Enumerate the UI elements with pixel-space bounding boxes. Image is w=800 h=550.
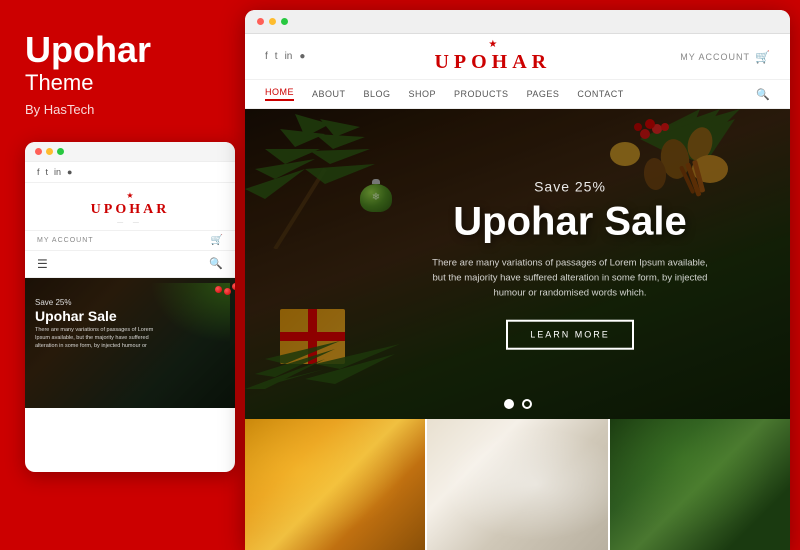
mobile-logo-text: UPOHAR — [30, 202, 230, 218]
hero-learn-more-button[interactable]: LEARN MORE — [506, 319, 634, 349]
desktop-cart-icon[interactable]: 🛒 — [755, 50, 770, 64]
mobile-account-label: MY ACCOUNT — [37, 237, 94, 244]
mobile-pinterest-icon: ● — [67, 167, 72, 177]
browser-dot-green — [281, 18, 288, 25]
brand-title: Upohar — [25, 30, 220, 70]
hero-description: There are many variations of passages of… — [430, 256, 710, 302]
browser-dot-red — [257, 18, 264, 25]
browser-dot-yellow — [269, 18, 276, 25]
browser-top-bar — [245, 10, 790, 34]
mobile-browser-bar — [25, 142, 235, 162]
nav-item-blog[interactable]: BLOG — [364, 89, 391, 99]
mobile-account-bar: MY ACCOUNT 🛒 — [25, 231, 235, 251]
dot-yellow — [46, 148, 53, 155]
mobile-hero: Save 25% Upohar Sale There are many vari… — [25, 278, 235, 408]
nav-item-products[interactable]: PRODUCTS — [454, 89, 509, 99]
desktop-logo-star-icon: ★ — [305, 39, 680, 50]
desktop-facebook-icon[interactable]: f — [265, 51, 268, 62]
dot-red — [35, 148, 42, 155]
mobile-logo-underline: — — — [30, 220, 230, 226]
mobile-hamburger-icon[interactable]: ☰ — [37, 257, 48, 271]
desktop-search-icon[interactable]: 🔍 — [756, 88, 770, 101]
desktop-twitter-icon[interactable]: t — [275, 51, 278, 62]
hero-section: ❄ Save 25% Upohar Sale There ar — [245, 109, 790, 419]
right-panel: f t in ● ★ UPOHAR MY ACCOUNT 🛒 HOME ABOU… — [245, 10, 790, 550]
thumbnails-row — [245, 419, 790, 550]
hero-save-text: Save 25% — [430, 179, 710, 195]
nav-item-shop[interactable]: SHOP — [409, 89, 437, 99]
mobile-cart-icon: 🛒 — [211, 235, 223, 246]
brand-by: By HasTech — [25, 102, 220, 117]
mobile-logo: ★ UPOHAR — — — [25, 183, 235, 231]
desktop-nav: HOME ABOUT BLOG SHOP PRODUCTS PAGES CONT… — [245, 80, 790, 108]
mobile-logo-icon: ★ — [30, 191, 230, 200]
slider-dots — [504, 399, 532, 409]
hero-title: Upohar Sale — [430, 200, 710, 244]
mobile-twitter-icon: t — [46, 167, 49, 177]
nav-item-pages[interactable]: PAGES — [527, 89, 560, 99]
desktop-header: f t in ● ★ UPOHAR MY ACCOUNT 🛒 HOME ABOU… — [245, 34, 790, 109]
slider-dot-1[interactable] — [504, 399, 514, 409]
mobile-desc-text: There are many variations of passages of… — [35, 327, 165, 350]
desktop-instagram-icon[interactable]: in — [285, 51, 293, 62]
mobile-hero-content: Save 25% Upohar Sale There are many vari… — [35, 298, 165, 350]
brand-subtitle: Theme — [25, 70, 220, 96]
desktop-social-icons: f t in ● — [265, 51, 305, 62]
slider-dot-2[interactable] — [522, 399, 532, 409]
nav-item-about[interactable]: ABOUT — [312, 89, 346, 99]
mobile-search-icon[interactable]: 🔍 — [209, 257, 223, 270]
thumbnail-2[interactable] — [427, 419, 607, 550]
nav-item-contact[interactable]: CONTACT — [577, 89, 623, 99]
desktop-account-label[interactable]: MY ACCOUNT — [680, 52, 750, 62]
mobile-facebook-icon: f — [37, 167, 40, 177]
nav-item-home[interactable]: HOME — [265, 87, 294, 101]
mobile-social-bar: f t in ● — [25, 162, 235, 183]
mobile-save-text: Save 25% — [35, 298, 165, 307]
thumbnail-1[interactable] — [245, 419, 425, 550]
desktop-account-area: MY ACCOUNT 🛒 — [680, 50, 770, 64]
desktop-social-row: f t in ● ★ UPOHAR MY ACCOUNT 🛒 — [245, 34, 790, 80]
left-panel: Upohar Theme By HasTech f t in ● ★ UPOHA… — [0, 0, 245, 550]
dot-green — [57, 148, 64, 155]
hero-content: Save 25% Upohar Sale There are many vari… — [430, 179, 710, 350]
desktop-logo-text: UPOHAR — [305, 51, 680, 74]
mobile-instagram-icon: in — [54, 167, 61, 177]
desktop-logo: ★ UPOHAR — [305, 39, 680, 74]
mobile-sale-title: Upohar Sale — [35, 309, 165, 324]
mobile-nav-bar: ☰ 🔍 — [25, 251, 235, 278]
thumbnail-3[interactable] — [610, 419, 790, 550]
mobile-mockup: f t in ● ★ UPOHAR — — MY ACCOUNT 🛒 ☰ 🔍 — [25, 142, 235, 472]
